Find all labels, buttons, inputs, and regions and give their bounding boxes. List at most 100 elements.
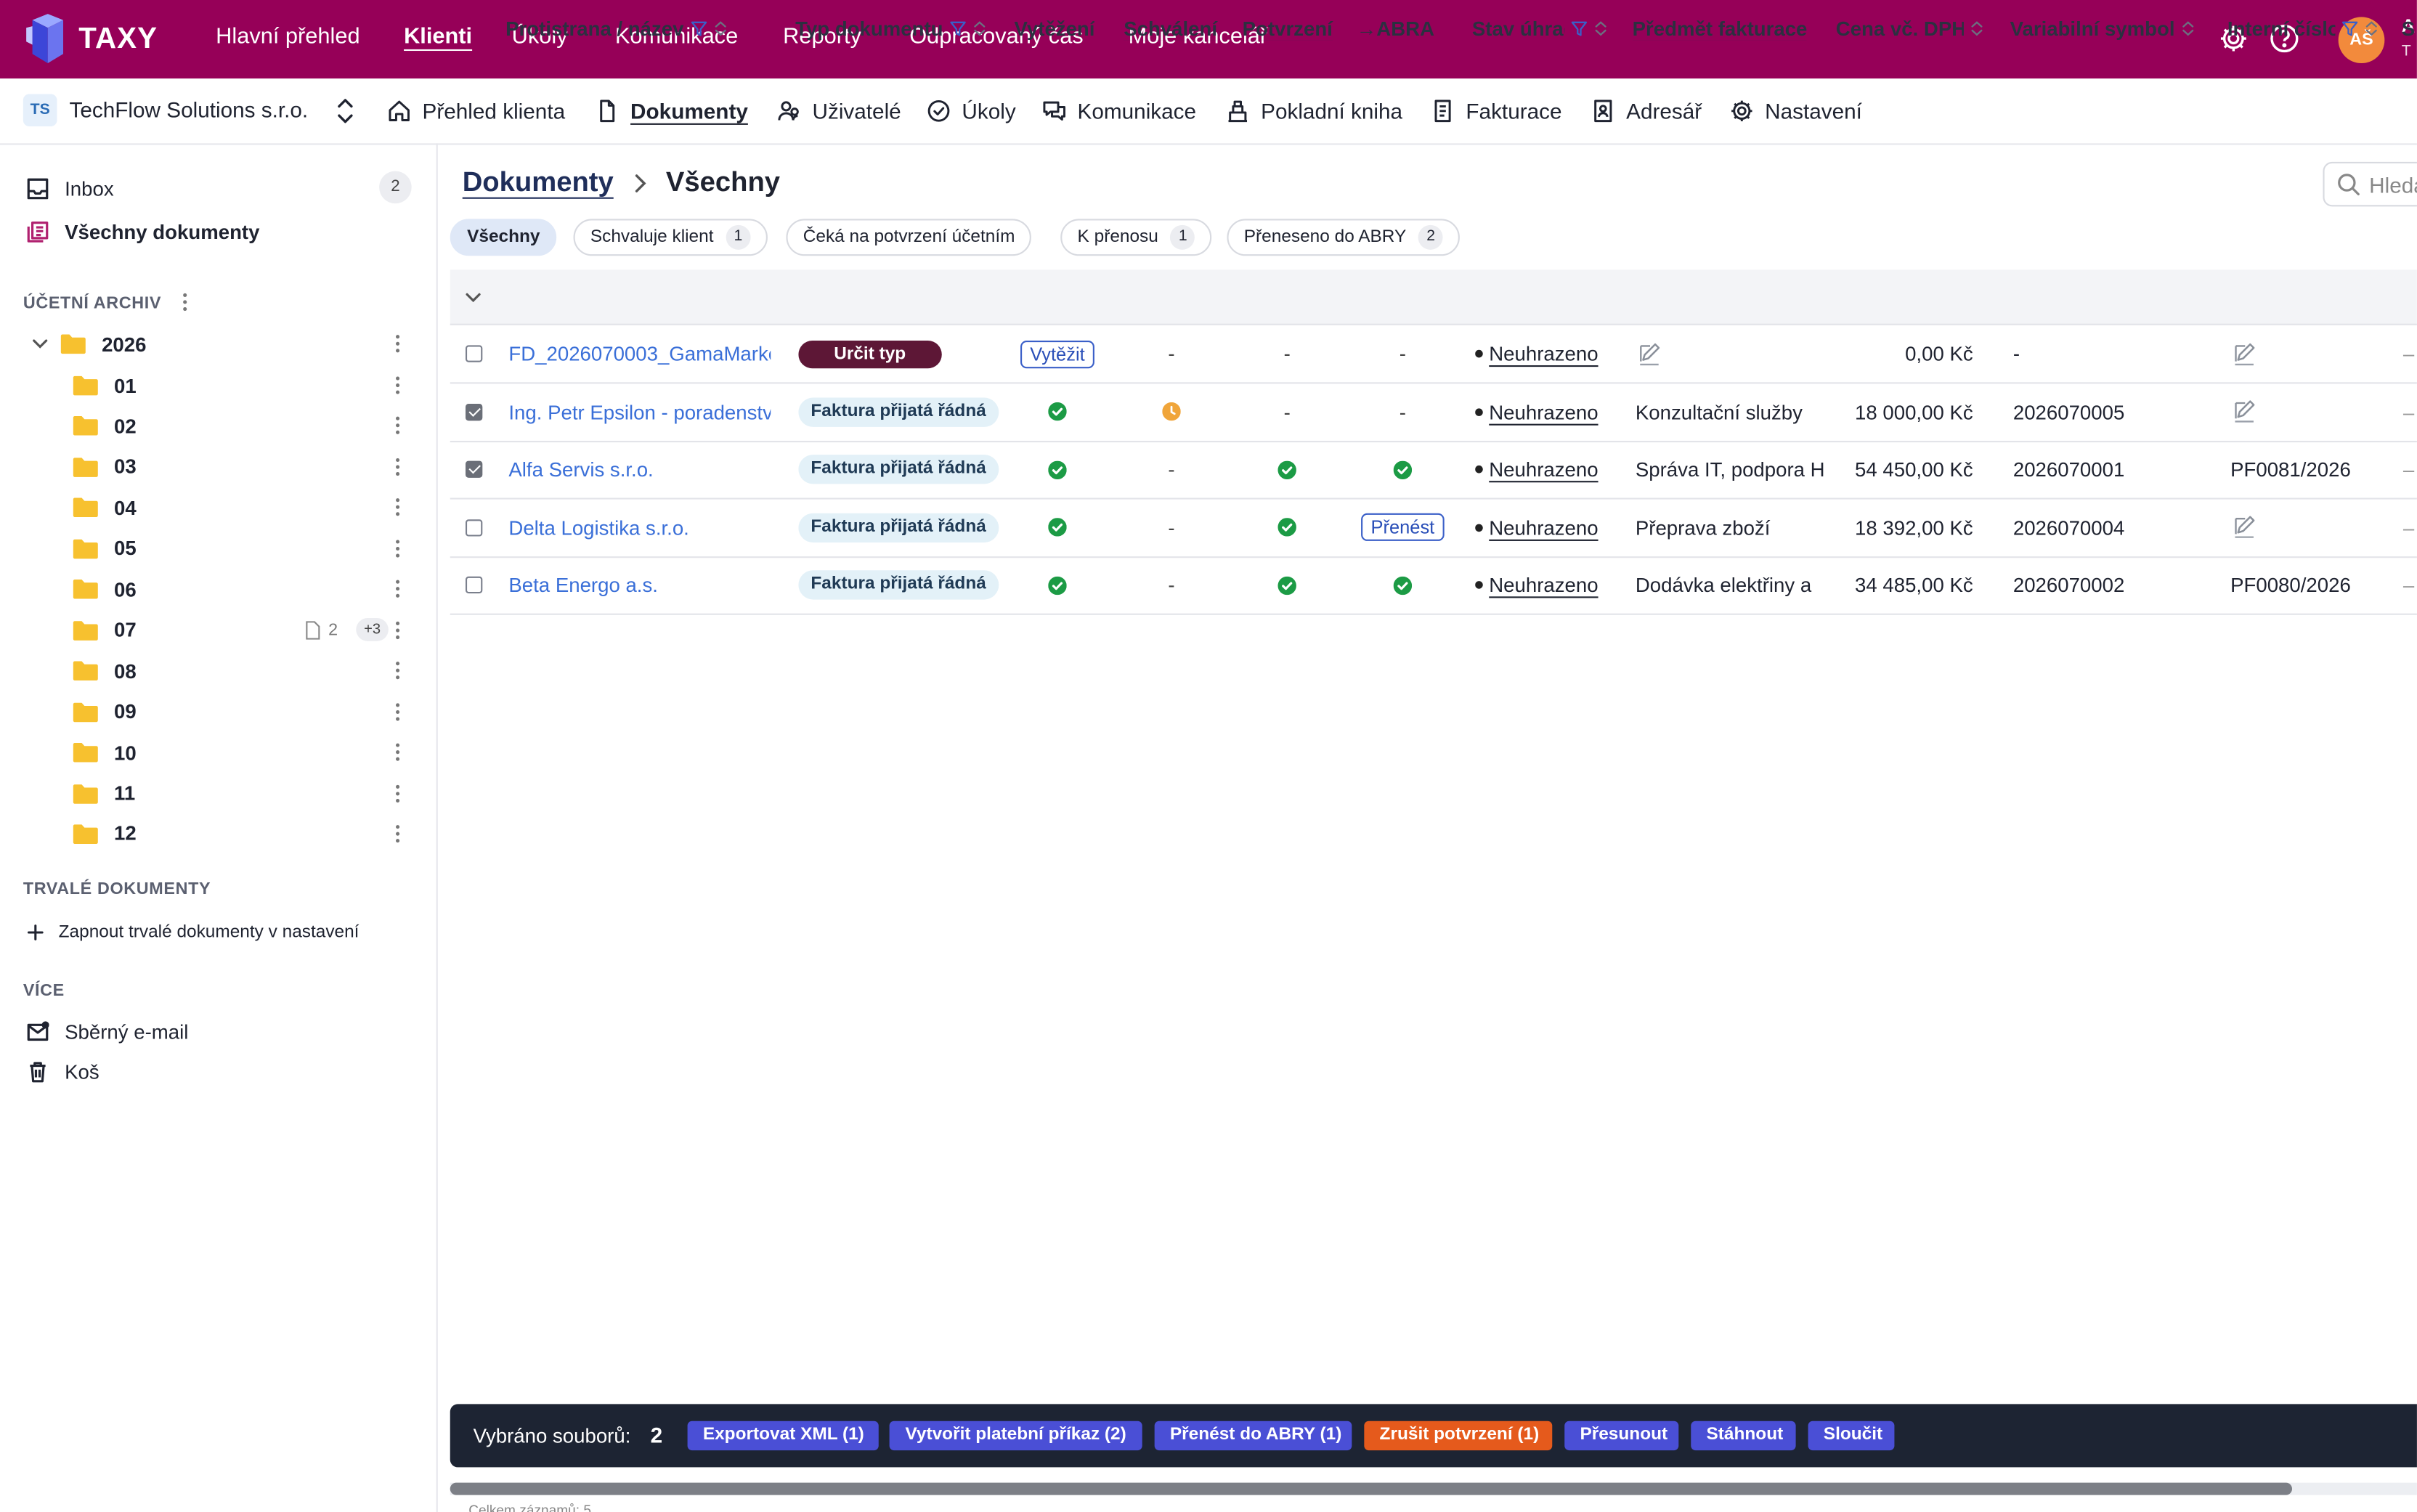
search-input[interactable]: Hledat (2323, 161, 2417, 207)
folder-month-03[interactable]: 03 (73, 452, 137, 482)
create-payment-order-button[interactable]: Vytvořit platební příkaz (2) (889, 1420, 1142, 1451)
abra-transfer-action-button[interactable]: Přenést (1361, 513, 1444, 542)
filter-chip-3[interactable]: K přenosu 1 (1060, 219, 1213, 256)
column-header-counterparty[interactable]: Protistrana / název (505, 14, 775, 41)
folder-more-icon[interactable] (393, 497, 402, 519)
topnav-hlavni-prehled[interactable]: Hlavní přehled (216, 25, 359, 49)
folder-more-icon[interactable] (393, 823, 402, 845)
breadcrumb-documents-link[interactable]: Dokumenty (463, 166, 614, 199)
download-button[interactable]: Stáhnout (1691, 1420, 1796, 1451)
folder-month-11[interactable]: 11 (73, 778, 135, 808)
select-all-chevron-icon[interactable] (464, 288, 482, 306)
folder-more-icon[interactable] (393, 375, 402, 397)
folder-month-05[interactable]: 05 (73, 533, 137, 564)
client-name[interactable]: TechFlow Solutions s.r.o. (70, 97, 309, 122)
folder-month-12[interactable]: 12 (73, 818, 137, 849)
column-header-abra[interactable]: →ABRA (1357, 14, 1449, 41)
row-checkbox[interactable] (465, 577, 483, 594)
payment-status[interactable]: Neuhrazeno (1475, 400, 1599, 423)
filter-funnel-icon[interactable] (949, 20, 966, 36)
sidebar-collection-email[interactable]: Sběrný e-mail (26, 1014, 188, 1048)
client-nav-komunikace[interactable]: Komunikace (1042, 96, 1196, 126)
folder-more-icon[interactable] (393, 456, 402, 478)
transfer-to-abra-button[interactable]: Přenést do ABRY (1) (1154, 1420, 1352, 1451)
folder-year-2026[interactable]: 2026 (60, 328, 146, 359)
table-row[interactable]: Beta Energo a.s. Faktura přijatá řádná - Ne… (450, 557, 2417, 616)
table-row[interactable]: Delta Logistika s.r.o. Faktura přijatá řá… (450, 499, 2417, 558)
client-nav-ukoly[interactable]: Úkoly (927, 96, 1016, 126)
filter-chip-2[interactable]: Čeká na potvrzení účetním (786, 219, 1032, 256)
edit-icon[interactable] (2232, 515, 2256, 540)
column-header-next[interactable]: S (2402, 14, 2417, 41)
client-nav-dokumenty[interactable]: Dokumenty (595, 96, 748, 126)
payment-status[interactable]: Neuhrazeno (1475, 458, 1599, 481)
folder-month-02[interactable]: 02 (73, 410, 137, 441)
archive-more-icon[interactable] (180, 291, 190, 313)
sort-icon[interactable] (972, 20, 986, 36)
folder-more-icon[interactable] (393, 578, 402, 600)
payment-status[interactable]: Neuhrazeno (1475, 516, 1599, 539)
document-name-link[interactable]: Beta Energo a.s. (508, 574, 658, 597)
client-nav-prehled-klienta[interactable]: Přehled klienta (387, 96, 565, 126)
client-nav-uzivatele[interactable]: Uživatelé (777, 96, 901, 126)
sidebar-inbox[interactable]: Inbox (26, 171, 114, 206)
row-checkbox[interactable] (465, 403, 483, 420)
folder-month-04[interactable]: 04 (73, 492, 137, 523)
folder-more-icon[interactable] (393, 701, 402, 723)
cancel-confirmation-button[interactable]: Zrušit potvrzení (1) (1364, 1420, 1553, 1451)
folder-month-08[interactable]: 08 (73, 655, 137, 686)
sort-icon[interactable] (2365, 20, 2379, 36)
filter-chip-0[interactable]: Všechny (450, 219, 557, 256)
column-header-confirmed[interactable]: Potvrzení (1243, 14, 1339, 41)
row-checkbox[interactable] (465, 519, 483, 537)
folder-more-icon[interactable] (393, 782, 402, 804)
column-header-varsym[interactable]: Variabilní symbol (2010, 14, 2204, 41)
edit-icon[interactable] (2232, 341, 2256, 366)
folder-more-icon[interactable] (393, 333, 402, 354)
year-collapse-chevron-icon[interactable] (31, 335, 49, 353)
payment-status[interactable]: Neuhrazeno (1475, 574, 1599, 597)
client-switch-chevrons-icon[interactable] (335, 96, 357, 126)
folder-more-icon[interactable] (393, 741, 402, 763)
sort-icon[interactable] (713, 20, 727, 36)
edit-icon[interactable] (1637, 341, 1662, 366)
folder-month-07[interactable]: 07 (73, 614, 137, 645)
column-header-extracted[interactable]: Vytěžení (1015, 14, 1104, 41)
sort-icon[interactable] (2181, 20, 2195, 36)
folder-month-10[interactable]: 10 (73, 737, 137, 768)
merge-button[interactable]: Sloučit (1808, 1420, 1895, 1451)
client-nav-pokladni-kniha[interactable]: Pokladní kniha (1225, 96, 1402, 126)
column-header-subject[interactable]: Předmět fakturace (1633, 14, 1818, 41)
table-row[interactable]: Alfa Servis s.r.o. Faktura přijatá řádná -… (450, 441, 2417, 500)
client-nav-adresar[interactable]: Adresář (1591, 96, 1702, 126)
folder-month-09[interactable]: 09 (73, 696, 137, 726)
client-nav-nastaveni[interactable]: Nastavení (1729, 96, 1862, 126)
filter-funnel-icon[interactable] (2341, 20, 2358, 36)
column-header-payment[interactable]: Stav úhrady (1472, 14, 1611, 41)
column-header-approved[interactable]: Schválení (1124, 14, 1222, 41)
sidebar-trash[interactable]: Koš (26, 1054, 99, 1089)
horizontal-scrollbar-thumb[interactable] (450, 1482, 2293, 1495)
export-xml-button[interactable]: Exportovat XML (1) (687, 1420, 879, 1451)
taxy-logo[interactable]: TAXY (26, 14, 165, 64)
row-checkbox[interactable] (465, 345, 483, 362)
folder-month-01[interactable]: 01 (73, 370, 137, 400)
filter-funnel-icon[interactable] (690, 20, 707, 36)
document-name-link[interactable]: Alfa Servis s.r.o. (508, 458, 653, 481)
column-header-internal[interactable]: Interní číslo (2227, 14, 2379, 41)
folder-more-icon[interactable] (393, 619, 402, 641)
folder-more-icon[interactable] (393, 415, 402, 437)
payment-status[interactable]: Neuhrazeno (1475, 342, 1599, 365)
table-row[interactable]: Ing. Petr Epsilon - poradenství Faktura p… (450, 383, 2417, 442)
sidebar-all-documents[interactable]: Všechny dokumenty (26, 214, 259, 248)
sort-icon[interactable] (1594, 20, 1608, 36)
row-checkbox[interactable] (465, 460, 483, 479)
extraction-action-button[interactable]: Vytěžit (1020, 339, 1094, 368)
edit-icon[interactable] (2232, 399, 2256, 424)
filter-chip-4[interactable]: Přeneseno do ABRY 2 (1227, 219, 1461, 256)
move-button[interactable]: Přesunout (1564, 1420, 1679, 1451)
document-name-link[interactable]: FD_2026070003_GamaMarketing (508, 342, 771, 365)
client-nav-fakturace[interactable]: Fakturace (1431, 96, 1562, 126)
document-name-link[interactable]: Ing. Petr Epsilon - poradenství (508, 400, 771, 423)
filter-funnel-icon[interactable] (1571, 20, 1588, 36)
